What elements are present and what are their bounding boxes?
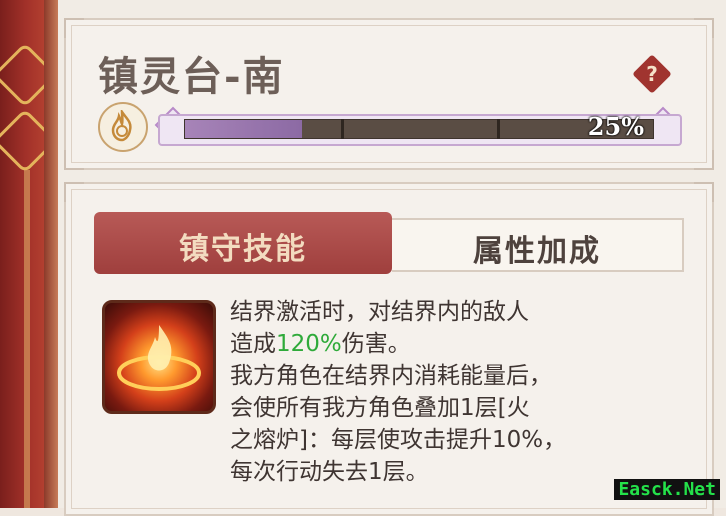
desc-line: 结界激活时，对结界内的敌人 — [230, 299, 529, 325]
flame-emblem-icon — [98, 102, 148, 152]
progress-divider — [497, 119, 500, 139]
shrine-panel: 镇灵台-南 ? 25% 镇守技能 属性加成 结界激活时，对结界内的敌人 造成12… — [58, 0, 726, 516]
site-watermark: Easck.Net — [614, 479, 720, 500]
banner-edge — [44, 0, 58, 508]
banner-pole — [24, 170, 30, 508]
tab-bar: 镇守技能 属性加成 — [94, 212, 684, 274]
tab-guard-skill[interactable]: 镇守技能 — [94, 212, 392, 274]
desc-line: 造成120%伤害。 — [230, 331, 411, 357]
tab-label: 镇守技能 — [179, 232, 307, 267]
skill-description: 结界激活时，对结界内的敌人 造成120%伤害。 我方角色在结界内消耗能量后， 会… — [230, 296, 700, 488]
progress-percent: 25% — [587, 112, 644, 141]
damage-value: 120% — [276, 331, 342, 357]
tab-attribute-bonus[interactable]: 属性加成 — [392, 218, 684, 272]
progress-fill — [185, 120, 302, 138]
desc-line: 之熔炉]：每层使攻击提升10%， — [230, 427, 567, 453]
progress-bar: 25% — [154, 106, 682, 148]
help-symbol: ? — [646, 62, 658, 86]
help-icon[interactable]: ? — [632, 54, 672, 94]
page-title: 镇灵台-南 — [98, 53, 285, 100]
progress-divider — [341, 119, 344, 139]
tab-label: 属性加成 — [473, 234, 601, 269]
fire-ring-icon — [102, 300, 216, 414]
desc-line: 会使所有我方角色叠加1层[火 — [230, 395, 530, 421]
desc-line: 我方角色在结界内消耗能量后， — [230, 363, 552, 389]
progress-track — [184, 119, 654, 139]
